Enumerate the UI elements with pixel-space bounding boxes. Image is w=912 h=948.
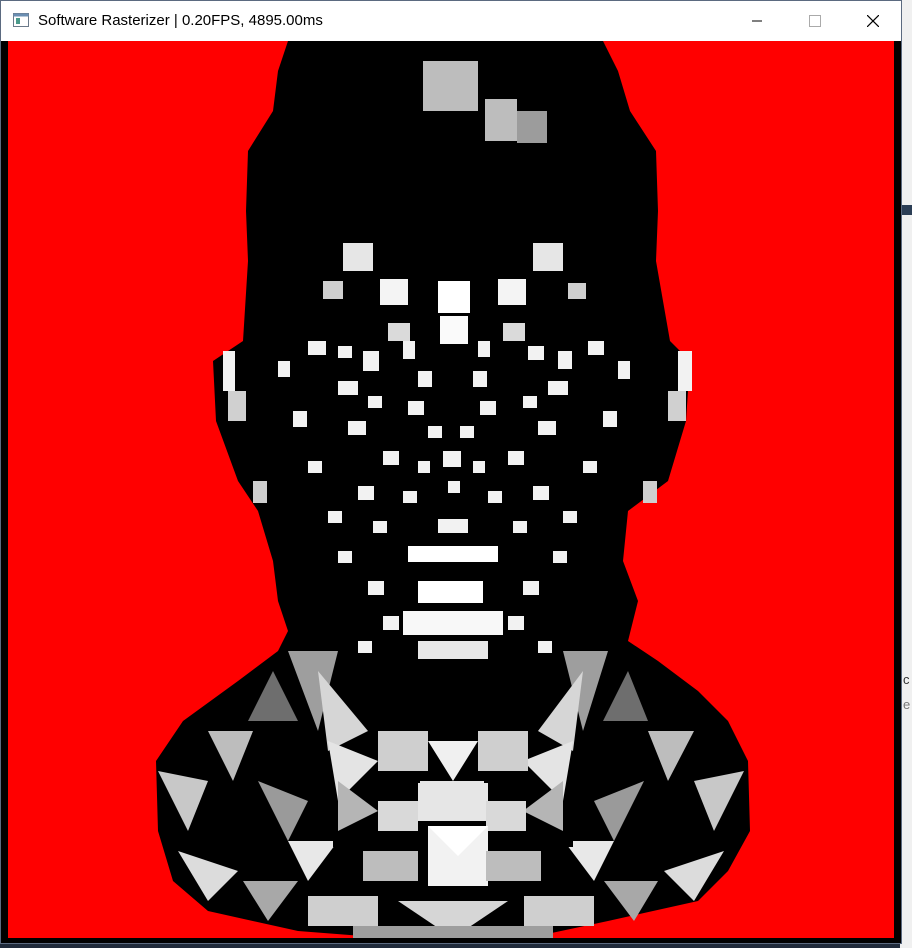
window-title: Software Rasterizer | 0.20FPS, 4895.00ms — [38, 12, 323, 29]
rendered-head-mesh — [156, 41, 750, 938]
close-button[interactable] — [844, 1, 902, 41]
minimize-button[interactable] — [728, 1, 786, 41]
render-viewport[interactable] — [8, 41, 894, 938]
rasterizer-window[interactable]: Software Rasterizer | 0.20FPS, 4895.00ms — [0, 0, 902, 944]
maximize-icon — [809, 15, 821, 27]
background-text-fragment: c — [903, 672, 910, 687]
maximize-button[interactable] — [786, 1, 844, 41]
title-bar[interactable]: Software Rasterizer | 0.20FPS, 4895.00ms — [1, 1, 901, 41]
window-app-icon — [13, 13, 29, 27]
minimize-icon — [752, 16, 762, 26]
background-text-fragment: e — [903, 697, 911, 712]
close-icon — [867, 15, 879, 27]
